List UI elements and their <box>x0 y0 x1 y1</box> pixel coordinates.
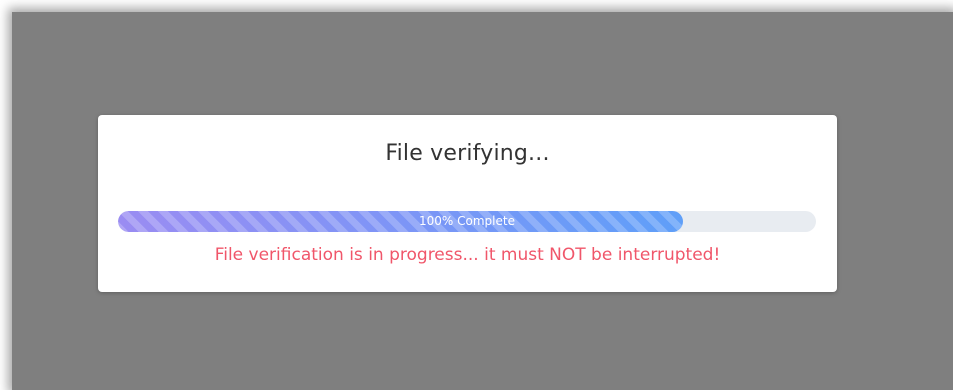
screen: File verifying... 100% Complete File ver… <box>0 0 953 390</box>
progress-label: 100% Complete <box>419 214 515 228</box>
dialog-title: File verifying... <box>385 141 550 166</box>
progress-bar: 100% Complete <box>118 211 816 232</box>
verification-dialog: File verifying... 100% Complete File ver… <box>98 115 837 292</box>
warning-message: File verification is in progress... it m… <box>214 245 721 265</box>
